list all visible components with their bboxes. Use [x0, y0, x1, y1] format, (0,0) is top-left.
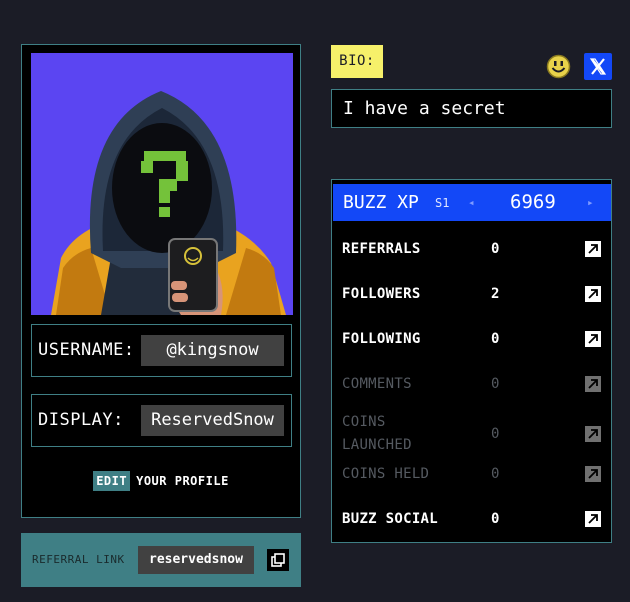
buzz-xp-bar: BUZZ XP S1 ◂ 6969 ▸ [333, 184, 611, 221]
stat-row-coins-launched: COINS LAUNCHED 0 [332, 414, 611, 453]
stat-row-buzz-social[interactable]: BUZZ SOCIAL 0 [332, 504, 611, 534]
edit-profile-suffix: YOUR PROFILE [136, 474, 229, 488]
stat-label: COINS HELD [342, 466, 430, 482]
external-link-icon [585, 376, 601, 392]
xp-value: 6969 [510, 191, 556, 213]
external-link-icon [585, 466, 601, 482]
stat-value: 0 [491, 241, 500, 257]
copy-button[interactable] [267, 549, 289, 571]
username-field: USERNAME: @kingsnow [31, 324, 292, 377]
stat-row-followers[interactable]: FOLLOWERS 2 [332, 279, 611, 309]
stat-row-referrals[interactable]: REFERRALS 0 [332, 234, 611, 264]
edit-profile-button[interactable]: EDIT [93, 471, 131, 491]
stat-label: FOLLOWERS [342, 286, 421, 302]
stat-value: 0 [491, 331, 500, 347]
copy-icon [271, 553, 285, 567]
external-link-icon[interactable] [585, 241, 601, 257]
stat-row-comments: COMMENTS 0 [332, 369, 611, 399]
display-name-value: ReservedSnow [141, 405, 284, 436]
stat-label: REFERRALS [342, 241, 421, 257]
smiley-icon [546, 54, 571, 79]
external-link-icon[interactable] [585, 331, 601, 347]
bio-label: BIO: [331, 45, 383, 78]
external-link-icon[interactable] [585, 286, 601, 302]
xp-next-arrow-icon[interactable]: ▸ [587, 184, 594, 221]
display-name-field: DISPLAY: ReservedSnow [31, 394, 292, 447]
display-label: DISPLAY: [38, 410, 124, 430]
stat-label: COMMENTS [342, 376, 412, 392]
referral-label: REFERRAL LINK [32, 553, 125, 566]
edit-profile-row: EDIT YOUR PROFILE [22, 471, 300, 491]
stat-label: BUZZ SOCIAL [342, 511, 439, 527]
xp-prev-arrow-icon[interactable]: ◂ [468, 184, 475, 221]
profile-avatar [31, 53, 293, 315]
xp-label: BUZZ XP [343, 192, 419, 213]
stat-value: 2 [491, 286, 500, 302]
x-social-button[interactable] [584, 53, 612, 80]
stat-value: 0 [491, 511, 500, 527]
x-logo-icon [589, 58, 607, 75]
xp-season: S1 [435, 196, 450, 210]
external-link-icon [585, 426, 601, 442]
stat-label: COINS LAUNCHED [342, 414, 412, 453]
referral-bar: REFERRAL LINK reservedsnow [21, 533, 301, 587]
smiley-button[interactable] [546, 54, 571, 79]
profile-card: USERNAME: @kingsnow DISPLAY: ReservedSno… [21, 44, 301, 518]
stat-value: 0 [491, 376, 500, 392]
external-link-icon[interactable] [585, 511, 601, 527]
stat-row-coins-held: COINS HELD 0 [332, 459, 611, 489]
hooded-figure-icon [51, 91, 286, 315]
bio-text: I have a secret [331, 89, 612, 128]
username-value: @kingsnow [141, 335, 284, 366]
stat-value: 0 [491, 466, 500, 482]
referral-link-value[interactable]: reservedsnow [138, 546, 254, 574]
username-label: USERNAME: [38, 340, 135, 360]
stat-label: FOLLOWING [342, 331, 421, 347]
stat-row-following[interactable]: FOLLOWING 0 [332, 324, 611, 354]
stats-panel: BUZZ XP S1 ◂ 6969 ▸ REFERRALS 0 FOLLOWER… [331, 179, 612, 543]
stat-value: 0 [491, 426, 500, 442]
